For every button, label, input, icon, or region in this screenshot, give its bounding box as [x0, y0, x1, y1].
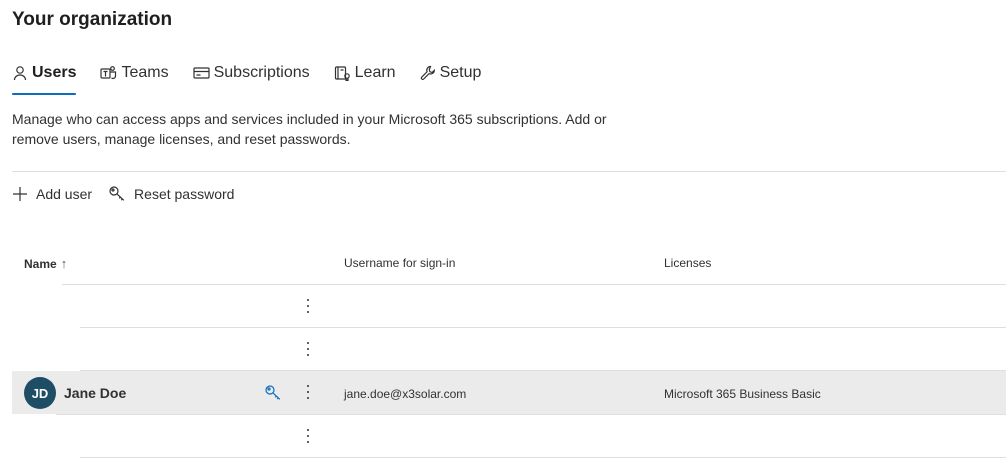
page-description: Manage who can access apps and services …	[12, 111, 607, 147]
table-row[interactable]	[12, 415, 1006, 458]
more-actions-icon[interactable]	[302, 296, 314, 316]
table-row[interactable]	[12, 328, 1006, 371]
reset-password-button[interactable]: Reset password	[108, 185, 234, 203]
add-user-label: Add user	[36, 186, 93, 202]
add-user-button[interactable]: Add user	[12, 186, 92, 202]
tab-learn[interactable]: Learn	[334, 58, 396, 88]
column-header-name[interactable]: Name ↑	[24, 256, 67, 271]
person-icon	[12, 65, 28, 81]
more-actions-icon[interactable]	[302, 339, 314, 359]
page-title: Your organization	[12, 9, 173, 30]
plus-icon	[12, 186, 28, 202]
tab-bar: Users Teams Subscriptions Learn Setup	[12, 58, 505, 96]
teams-icon	[100, 65, 117, 81]
column-header-name-label: Name	[24, 256, 57, 271]
tab-subscriptions[interactable]: Subscriptions	[193, 58, 310, 88]
wrench-icon	[420, 65, 436, 81]
sort-ascending-icon: ↑	[60, 256, 68, 271]
more-actions-icon[interactable]	[302, 426, 314, 446]
column-header-licenses[interactable]: Licenses	[664, 256, 711, 270]
table-row[interactable]	[12, 285, 1006, 328]
table-row[interactable]: JD Jane Doe jane.doe@x3solar.com Microso…	[12, 371, 1006, 415]
learn-book-icon	[334, 65, 351, 81]
tab-users[interactable]: Users	[12, 58, 77, 95]
tab-learn-label: Learn	[354, 64, 396, 81]
reset-password-label: Reset password	[134, 186, 235, 202]
key-icon	[108, 185, 126, 203]
divider	[12, 171, 1006, 172]
username-cell: jane.doe@x3solar.com	[344, 387, 467, 401]
user-display-name[interactable]: Jane Doe	[64, 385, 126, 401]
tab-subscriptions-label: Subscriptions	[213, 64, 310, 81]
more-actions-icon[interactable]	[302, 382, 314, 402]
tab-setup[interactable]: Setup	[420, 58, 482, 88]
column-header-username[interactable]: Username for sign-in	[344, 256, 455, 270]
tab-teams-label: Teams	[121, 64, 169, 81]
command-bar: Add user Reset password	[12, 181, 250, 207]
tab-teams[interactable]: Teams	[100, 58, 169, 88]
tab-setup-label: Setup	[439, 64, 482, 81]
avatar: JD	[24, 377, 56, 409]
licenses-cell: Microsoft 365 Business Basic	[664, 387, 821, 401]
tab-users-label: Users	[32, 64, 77, 81]
subscription-card-icon	[193, 65, 210, 81]
reset-password-key-icon[interactable]	[264, 384, 282, 407]
